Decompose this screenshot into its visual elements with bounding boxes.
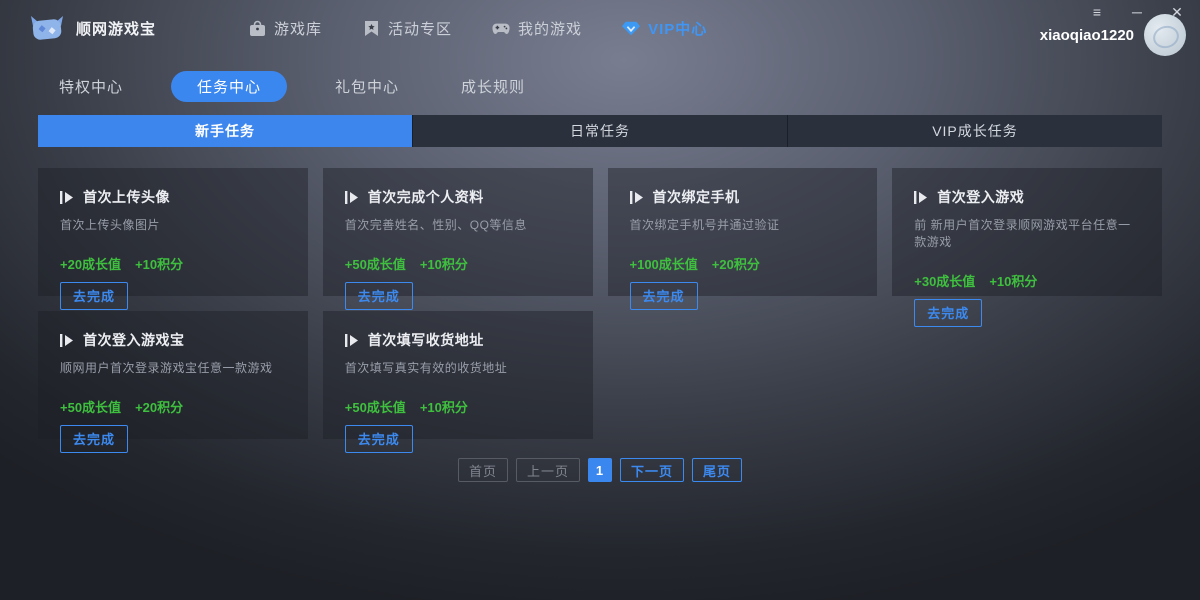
go-complete-button[interactable]: 去完成 <box>60 282 128 310</box>
tab-privilege-center[interactable]: 特权中心 <box>45 71 137 102</box>
task-card: 首次登入游戏 前 新用户首次登录顺网游戏平台任意一款游戏 +30成长值 +10积分… <box>892 168 1162 296</box>
page-first-button[interactable]: 首页 <box>458 458 508 482</box>
nav-item-vip-center[interactable]: VIP中心 <box>622 18 707 39</box>
tab-newbie-tasks[interactable]: 新手任务 <box>38 115 412 147</box>
task-card: 首次填写收货地址 首次填写真实有效的收货地址 +50成长值+10积分 去完成 <box>323 311 593 439</box>
nav-label: VIP中心 <box>648 18 707 39</box>
card-title-row: 首次完成个人资料 <box>345 187 571 207</box>
flag-icon <box>914 191 928 204</box>
task-reward: +30成长值 +10积分 <box>914 271 1140 290</box>
task-desc: 顺网用户首次登录游戏宝任意一款游戏 <box>60 359 286 376</box>
task-title: 首次登入游戏宝 <box>83 330 185 350</box>
task-desc: 首次完善姓名、性别、QQ等信息 <box>345 216 571 233</box>
task-desc: 前 新用户首次登录顺网游戏平台任意一款游戏 <box>914 216 1140 250</box>
section-tabs: 特权中心 任务中心 礼包中心 成长规则 <box>45 71 1200 101</box>
page-last-button[interactable]: 尾页 <box>692 458 742 482</box>
app-logo-icon <box>28 13 66 45</box>
growth-value: +50成长值 <box>345 257 406 272</box>
task-type-tabbar: 新手任务 日常任务 VIP成长任务 <box>38 115 1162 147</box>
task-reward: +50成长值 +20积分 <box>60 397 286 416</box>
go-complete-button[interactable]: 去完成 <box>345 425 413 453</box>
task-title: 首次上传头像 <box>83 187 170 207</box>
task-title: 首次完成个人资料 <box>368 187 484 207</box>
username: xiaoqiao1220 <box>1040 27 1134 44</box>
task-reward: +100成长值 +20积分 <box>630 254 856 273</box>
card-title-row: 首次上传头像 <box>60 187 286 207</box>
task-card-grid: 首次上传头像 首次上传头像图片 +20成长值 +10积分 去完成 首次完成个人资料… <box>38 168 1162 439</box>
growth-value: +100成长值 <box>630 257 698 272</box>
minimize-icon[interactable]: ─ <box>1124 2 1150 22</box>
points-value: +10积分 <box>135 257 183 272</box>
card-title-row: 首次绑定手机 <box>630 187 856 207</box>
growth-value: +20成长值 <box>60 257 121 272</box>
points-value: +10积分 <box>989 274 1037 289</box>
nav-label: 游戏库 <box>274 18 322 39</box>
task-title: 首次填写收货地址 <box>368 330 484 350</box>
bookmark-star-icon <box>362 20 380 38</box>
task-desc: 首次填写真实有效的收货地址 <box>345 359 571 376</box>
task-desc: 首次上传头像图片 <box>60 216 286 233</box>
go-complete-button[interactable]: 去完成 <box>345 282 413 310</box>
window-controls: ≡ ─ ✕ <box>1084 2 1190 22</box>
top-navigation: 游戏库 活动专区 我的游戏 <box>248 18 707 39</box>
task-reward: +20成长值 +10积分 <box>60 254 286 273</box>
page-prev-button[interactable]: 上一页 <box>516 458 580 482</box>
bag-icon <box>248 20 266 38</box>
nav-item-activity-zone[interactable]: 活动专区 <box>362 18 452 39</box>
app-title: 顺网游戏宝 <box>76 18 156 39</box>
pagination: 首页 上一页 1 下一页 尾页 <box>0 458 1200 482</box>
task-card: 首次登入游戏宝 顺网用户首次登录游戏宝任意一款游戏 +50成长值+20积分 去完… <box>38 311 308 439</box>
flag-icon <box>630 191 644 204</box>
task-card: 首次绑定手机 首次绑定手机号并通过验证 +100成长值+20积分 去完成 <box>608 168 878 296</box>
task-title: 首次登入游戏 <box>937 187 1024 207</box>
points-value: +20积分 <box>712 257 760 272</box>
go-complete-button[interactable]: 去完成 <box>630 282 698 310</box>
growth-value: +50成长值 <box>60 400 121 415</box>
tab-growth-rules[interactable]: 成长规则 <box>447 71 539 102</box>
nav-label: 我的游戏 <box>518 18 582 39</box>
task-desc: 首次绑定手机号并通过验证 <box>630 216 856 233</box>
tab-gift-center[interactable]: 礼包中心 <box>321 71 413 102</box>
growth-value: +30成长值 <box>914 274 975 289</box>
growth-value: +50成长值 <box>345 400 406 415</box>
task-reward: +50成长值 +10积分 <box>345 397 571 416</box>
vip-diamond-icon <box>622 20 640 38</box>
app-brand: 顺网游戏宝 <box>28 13 156 45</box>
points-value: +10积分 <box>420 257 468 272</box>
go-complete-button[interactable]: 去完成 <box>914 299 982 327</box>
nav-item-my-games[interactable]: 我的游戏 <box>492 18 582 39</box>
points-value: +20积分 <box>135 400 183 415</box>
task-title: 首次绑定手机 <box>653 187 740 207</box>
tab-daily-tasks[interactable]: 日常任务 <box>412 115 787 147</box>
menu-icon[interactable]: ≡ <box>1084 2 1110 22</box>
gamepad-icon <box>492 20 510 38</box>
card-title-row: 首次登入游戏宝 <box>60 330 286 350</box>
flag-icon <box>60 334 74 347</box>
task-card: 首次完成个人资料 首次完善姓名、性别、QQ等信息 +50成长值+10积分 去完成 <box>323 168 593 296</box>
card-title-row: 首次填写收货地址 <box>345 330 571 350</box>
card-title-row: 首次登入游戏 <box>914 187 1140 207</box>
close-icon[interactable]: ✕ <box>1164 2 1190 22</box>
title-bar: 顺网游戏宝 游戏库 活动专区 <box>0 0 1200 57</box>
page-next-button[interactable]: 下一页 <box>620 458 684 482</box>
tab-vip-growth-tasks[interactable]: VIP成长任务 <box>787 115 1162 147</box>
page-number-current[interactable]: 1 <box>588 458 612 482</box>
nav-item-game-library[interactable]: 游戏库 <box>248 18 322 39</box>
flag-icon <box>345 191 359 204</box>
nav-label: 活动专区 <box>388 18 452 39</box>
task-card: 首次上传头像 首次上传头像图片 +20成长值+10积分 去完成 <box>38 168 308 296</box>
tab-task-center[interactable]: 任务中心 <box>171 71 287 102</box>
task-reward: +50成长值 +10积分 <box>345 254 571 273</box>
go-complete-button[interactable]: 去完成 <box>60 425 128 453</box>
flag-icon <box>345 334 359 347</box>
flag-icon <box>60 191 74 204</box>
points-value: +10积分 <box>420 400 468 415</box>
